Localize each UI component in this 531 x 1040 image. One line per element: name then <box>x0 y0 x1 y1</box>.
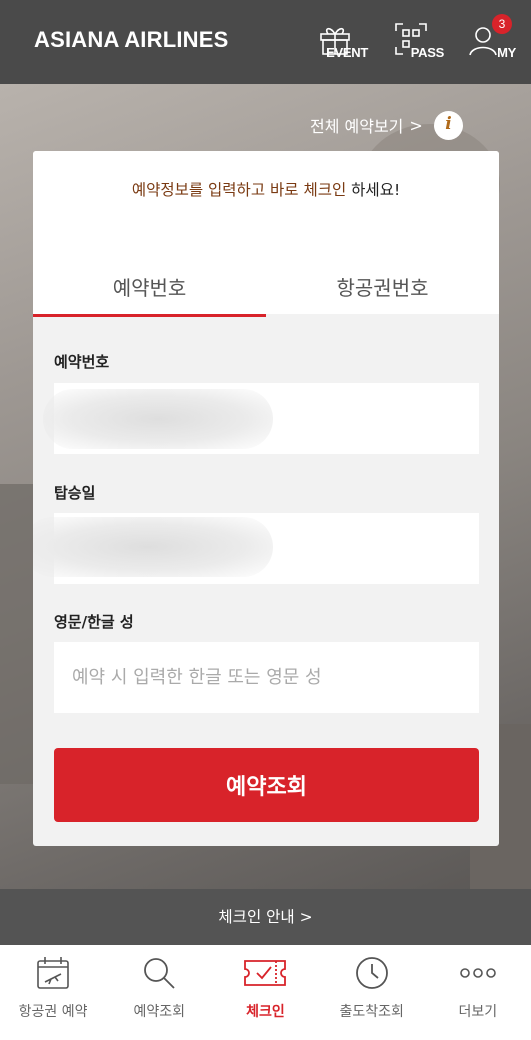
reservation-lookup-button[interactable]: 예약조회 <box>54 748 479 822</box>
booking-number-label: 예약번호 <box>54 353 110 371</box>
bottom-tab-bar: 항공권 예약 예약조회 체크인 출도착조회 더보기 <box>0 945 531 1040</box>
more-dots-icon <box>460 968 496 978</box>
checkin-prompt: 예약정보를 입력하고 바로 체크인 하세요! <box>33 178 499 200</box>
event-button[interactable]: EVENT <box>312 18 368 66</box>
event-label: EVENT <box>326 45 368 60</box>
chevron-right-icon: > <box>409 115 423 135</box>
view-all-label: 전체 예약보기 <box>310 117 404 136</box>
tab-more[interactable]: 더보기 <box>425 945 531 1040</box>
notification-badge: 3 <box>492 14 512 34</box>
info-icon[interactable]: i <box>434 111 463 140</box>
tab-flight-booking[interactable]: 항공권 예약 <box>0 945 106 1040</box>
prompt-rest: 하세요! <box>346 181 401 199</box>
checkin-guide-link[interactable]: 체크인 안내 > <box>0 889 531 945</box>
clock-icon <box>355 957 388 989</box>
tab-label: 더보기 <box>458 1004 498 1020</box>
surname-label: 영문/한글 성 <box>54 613 134 631</box>
tab-label: 체크인 <box>246 1004 285 1020</box>
redacted-value <box>43 389 273 449</box>
ticket-check-icon <box>244 960 287 986</box>
boarding-date-label: 탑승일 <box>54 484 96 502</box>
tab-checkin[interactable]: 체크인 <box>212 945 318 1040</box>
tab-label: 항공권 예약 <box>18 1004 88 1020</box>
tab-booking-number[interactable]: 예약번호 <box>33 268 266 317</box>
view-all-reservations-link[interactable]: 전체 예약보기 > <box>310 110 423 140</box>
calendar-plane-icon <box>37 957 69 989</box>
my-label: MY <box>497 45 516 60</box>
tab-arrival-departure[interactable]: 출도착조회 <box>319 945 425 1040</box>
brand-logo: ASIANA AIRLINES <box>34 27 229 52</box>
pass-label: PASS <box>410 45 445 60</box>
my-button[interactable]: MY 3 <box>460 14 516 66</box>
tab-label: 예약조회 <box>133 1004 186 1020</box>
tab-reservation-lookup[interactable]: 예약조회 <box>106 945 212 1040</box>
surname-field[interactable] <box>54 642 479 713</box>
app-header: ASIANA AIRLINES EVENT PASS MY 3 <box>0 0 531 84</box>
checkin-lookup-card: 예약정보를 입력하고 바로 체크인 하세요! 예약번호 항공권번호 예약번호 탑… <box>33 151 499 846</box>
tab-label: 출도착조회 <box>339 1004 404 1020</box>
redacted-value <box>33 517 273 577</box>
search-icon <box>144 958 175 989</box>
pass-button[interactable]: PASS <box>388 18 444 66</box>
tab-ticket-number[interactable]: 항공권번호 <box>266 268 499 314</box>
card-header: 예약정보를 입력하고 바로 체크인 하세요! 예약번호 항공권번호 <box>33 151 499 317</box>
prompt-highlight: 예약정보를 입력하고 바로 체크인 <box>131 181 347 199</box>
